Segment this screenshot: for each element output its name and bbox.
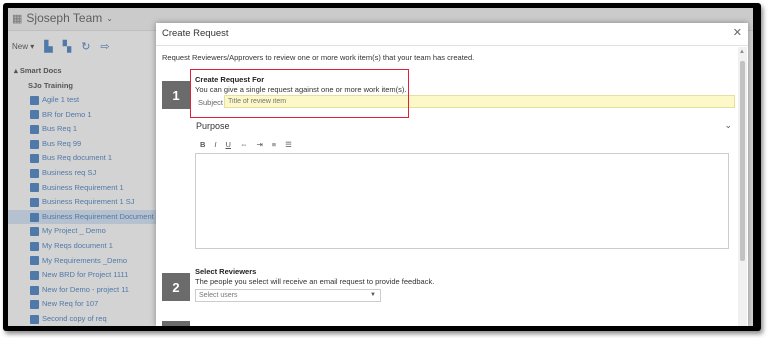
- purpose-editor[interactable]: [195, 153, 729, 249]
- highlight-box: [190, 69, 409, 118]
- indent-icon[interactable]: ⇥: [256, 140, 262, 149]
- select-users-dropdown[interactable]: Select users ▼: [195, 289, 381, 302]
- step-1-badge: 1: [162, 81, 190, 109]
- app-window: ▦ Sjoseph Team ⌄ New ▾ ▙ ▚ ↻ ⇨ ▴ Smart D…: [8, 8, 753, 326]
- rich-text-toolbar: B I U ⇔ ⇥ ≡ ☰: [200, 140, 292, 149]
- scrollbar-thumb[interactable]: [740, 61, 745, 261]
- bold-icon[interactable]: B: [200, 140, 205, 149]
- numbered-list-icon[interactable]: ≡: [272, 140, 276, 149]
- step-3-badge: [162, 321, 190, 326]
- step-2-title: Select Reviewers: [195, 267, 257, 276]
- dialog-description: Request Reviewers/Approvers to review on…: [162, 53, 475, 62]
- title-divider: [156, 45, 748, 46]
- bullet-list-icon[interactable]: ☰: [285, 140, 292, 149]
- link-icon[interactable]: ⇔: [240, 140, 248, 149]
- dialog-scrollbar[interactable]: ▲: [738, 47, 747, 326]
- close-icon[interactable]: ✕: [733, 26, 742, 39]
- step-2-subtitle: The people you select will receive an em…: [195, 277, 435, 286]
- underline-icon[interactable]: U: [226, 140, 231, 149]
- step-2-badge: 2: [162, 273, 190, 301]
- scroll-up-icon[interactable]: ▲: [739, 49, 745, 55]
- italic-icon[interactable]: I: [214, 140, 216, 149]
- purpose-label: Purpose: [196, 121, 230, 131]
- chevron-down-icon[interactable]: ⌄: [724, 120, 732, 131]
- create-request-dialog: Create Request ✕ Request Reviewers/Appro…: [156, 23, 748, 326]
- dialog-title: Create Request: [162, 28, 229, 39]
- select-users-placeholder: Select users: [199, 292, 238, 299]
- caret-down-icon: ▼: [370, 292, 376, 298]
